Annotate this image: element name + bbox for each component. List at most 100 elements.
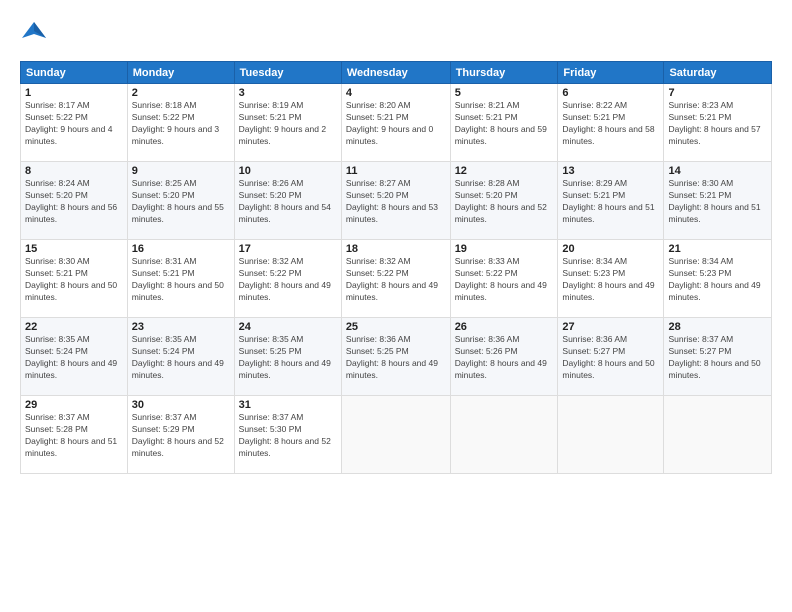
day-info: Sunrise: 8:30 AMSunset: 5:21 PMDaylight:…: [668, 178, 767, 226]
col-tuesday: Tuesday: [234, 62, 341, 84]
day-number: 10: [239, 165, 337, 177]
sunset-label: Sunset: 5:21 PM: [132, 268, 195, 278]
table-row: 30Sunrise: 8:37 AMSunset: 5:29 PMDayligh…: [127, 396, 234, 474]
day-info: Sunrise: 8:34 AMSunset: 5:23 PMDaylight:…: [668, 256, 767, 304]
table-row: 26Sunrise: 8:36 AMSunset: 5:26 PMDayligh…: [450, 318, 558, 396]
logo-bird-icon: [20, 18, 48, 51]
daylight-label: Daylight: 8 hours and 49 minutes.: [346, 358, 438, 380]
daylight-label: Daylight: 8 hours and 55 minutes.: [132, 202, 224, 224]
header: [20, 16, 772, 51]
sunrise-label: Sunrise: 8:19 AM: [239, 100, 304, 110]
sunrise-label: Sunrise: 8:27 AM: [346, 178, 411, 188]
col-monday: Monday: [127, 62, 234, 84]
day-number: 7: [668, 87, 767, 99]
table-row: [664, 396, 772, 474]
sunrise-label: Sunrise: 8:17 AM: [25, 100, 90, 110]
day-info: Sunrise: 8:37 AMSunset: 5:30 PMDaylight:…: [239, 412, 337, 460]
day-info: Sunrise: 8:36 AM Sunset: 5:25 PM Daylight:…: [346, 334, 446, 382]
day-info: Sunrise: 8:19 AMSunset: 5:21 PMDaylight:…: [239, 100, 337, 148]
day-info: Sunrise: 8:18 AMSunset: 5:22 PMDaylight:…: [132, 100, 230, 148]
sunset-label: Sunset: 5:21 PM: [562, 112, 625, 122]
sunrise-label: Sunrise: 8:35 AM: [132, 334, 197, 344]
day-info: Sunrise: 8:32 AMSunset: 5:22 PMDaylight:…: [239, 256, 337, 304]
day-info: Sunrise: 8:37 AMSunset: 5:27 PMDaylight:…: [668, 334, 767, 382]
logo: [20, 16, 51, 51]
table-row: 17Sunrise: 8:32 AMSunset: 5:22 PMDayligh…: [234, 240, 341, 318]
sunrise-label: Sunrise: 8:21 AM: [455, 100, 520, 110]
sunset-label: Sunset: 5:26 PM: [455, 346, 518, 356]
sunrise-label: Sunrise: 8:35 AM: [25, 334, 90, 344]
sunrise-label: Sunrise: 8:33 AM: [455, 256, 520, 266]
daylight-label: Daylight: 8 hours and 49 minutes.: [455, 280, 547, 302]
calendar-week-row: 1Sunrise: 8:17 AMSunset: 5:22 PMDaylight…: [21, 84, 772, 162]
daylight-label: Daylight: 8 hours and 49 minutes.: [239, 280, 331, 302]
daylight-label: Daylight: 8 hours and 53 minutes.: [346, 202, 438, 224]
daylight-label: Daylight: 9 hours and 3 minutes.: [132, 124, 219, 146]
sunset-label: Sunset: 5:21 PM: [562, 190, 625, 200]
table-row: 25Sunrise: 8:36 AMSunset: 5:25 PMDayligh…: [341, 318, 450, 396]
table-row: 23Sunrise: 8:35 AMSunset: 5:24 PMDayligh…: [127, 318, 234, 396]
sunset-label: Sunset: 5:28 PM: [25, 424, 88, 434]
day-number: 22: [25, 321, 123, 333]
daylight-label: Daylight: 8 hours and 56 minutes.: [25, 202, 117, 224]
table-row: 13Sunrise: 8:29 AMSunset: 5:21 PMDayligh…: [558, 162, 664, 240]
table-row: 1Sunrise: 8:17 AMSunset: 5:22 PMDaylight…: [21, 84, 128, 162]
table-row: 11Sunrise: 8:27 AMSunset: 5:20 PMDayligh…: [341, 162, 450, 240]
day-info: Sunrise: 8:37 AMSunset: 5:29 PMDaylight:…: [132, 412, 230, 460]
calendar-table: Sunday Monday Tuesday Wednesday Thursday…: [20, 61, 772, 474]
table-row: 4Sunrise: 8:20 AMSunset: 5:21 PMDaylight…: [341, 84, 450, 162]
day-info: Sunrise: 8:23 AMSunset: 5:21 PMDaylight:…: [668, 100, 767, 148]
table-row: 7Sunrise: 8:23 AMSunset: 5:21 PMDaylight…: [664, 84, 772, 162]
table-row: 6Sunrise: 8:22 AMSunset: 5:21 PMDaylight…: [558, 84, 664, 162]
sunrise-label: Sunrise: 8:32 AM: [346, 256, 411, 266]
sunrise-label: Sunrise: 8:28 AM: [455, 178, 520, 188]
sunrise-label: Sunrise: 8:37 AM: [25, 412, 90, 422]
calendar-week-row: 22Sunrise: 8:35 AMSunset: 5:24 PMDayligh…: [21, 318, 772, 396]
day-info: Sunrise: 8:35 AM Sunset: 5:25 PM Daylight:…: [239, 334, 337, 382]
day-number: 2: [132, 87, 230, 99]
sunrise-label: Sunrise: 8:30 AM: [668, 178, 733, 188]
sunrise-label: Sunrise: 8:23 AM: [668, 100, 733, 110]
daylight-label: Daylight: 8 hours and 52 minutes.: [455, 202, 547, 224]
calendar-header-row: Sunday Monday Tuesday Wednesday Thursday…: [21, 62, 772, 84]
sunrise-label: Sunrise: 8:36 AM: [455, 334, 520, 344]
daylight-label: Daylight: 8 hours and 49 minutes.: [346, 280, 438, 302]
daylight-label: Daylight: 8 hours and 57 minutes.: [668, 124, 760, 146]
day-number: 17: [239, 243, 337, 255]
sunset-label: Sunset: 5:25 PM: [346, 346, 409, 356]
day-number: 11: [346, 165, 446, 177]
day-number: 15: [25, 243, 123, 255]
day-info: Sunrise: 8:34 AMSunset: 5:23 PMDaylight:…: [562, 256, 659, 304]
daylight-label: Daylight: 8 hours and 49 minutes.: [455, 358, 547, 380]
day-number: 28: [668, 321, 767, 333]
sunrise-label: Sunrise: 8:35 AM: [239, 334, 304, 344]
daylight-label: Daylight: 8 hours and 54 minutes.: [239, 202, 331, 224]
day-number: 4: [346, 87, 446, 99]
col-wednesday: Wednesday: [341, 62, 450, 84]
table-row: 20Sunrise: 8:34 AMSunset: 5:23 PMDayligh…: [558, 240, 664, 318]
daylight-label: Daylight: 8 hours and 52 minutes.: [239, 436, 331, 458]
table-row: [558, 396, 664, 474]
table-row: 14Sunrise: 8:30 AMSunset: 5:21 PMDayligh…: [664, 162, 772, 240]
day-info: Sunrise: 8:30 AMSunset: 5:21 PMDaylight:…: [25, 256, 123, 304]
table-row: 10Sunrise: 8:26 AMSunset: 5:20 PMDayligh…: [234, 162, 341, 240]
day-info: Sunrise: 8:17 AMSunset: 5:22 PMDaylight:…: [25, 100, 123, 148]
sunset-label: Sunset: 5:20 PM: [455, 190, 518, 200]
sunset-label: Sunset: 5:25 PM: [239, 346, 302, 356]
sunset-label: Sunset: 5:20 PM: [132, 190, 195, 200]
daylight-label: Daylight: 8 hours and 50 minutes.: [562, 358, 654, 380]
sunrise-label: Sunrise: 8:36 AM: [346, 334, 411, 344]
daylight-label: Daylight: 8 hours and 51 minutes.: [668, 202, 760, 224]
sunset-label: Sunset: 5:20 PM: [239, 190, 302, 200]
table-row: [341, 396, 450, 474]
day-number: 16: [132, 243, 230, 255]
sunrise-label: Sunrise: 8:34 AM: [668, 256, 733, 266]
table-row: 3Sunrise: 8:19 AMSunset: 5:21 PMDaylight…: [234, 84, 341, 162]
day-number: 30: [132, 399, 230, 411]
daylight-label: Daylight: 9 hours and 0 minutes.: [346, 124, 433, 146]
daylight-label: Daylight: 8 hours and 49 minutes.: [239, 358, 331, 380]
sunset-label: Sunset: 5:20 PM: [25, 190, 88, 200]
day-number: 1: [25, 87, 123, 99]
daylight-label: Daylight: 8 hours and 49 minutes.: [25, 358, 117, 380]
day-info: Sunrise: 8:27 AMSunset: 5:20 PMDaylight:…: [346, 178, 446, 226]
